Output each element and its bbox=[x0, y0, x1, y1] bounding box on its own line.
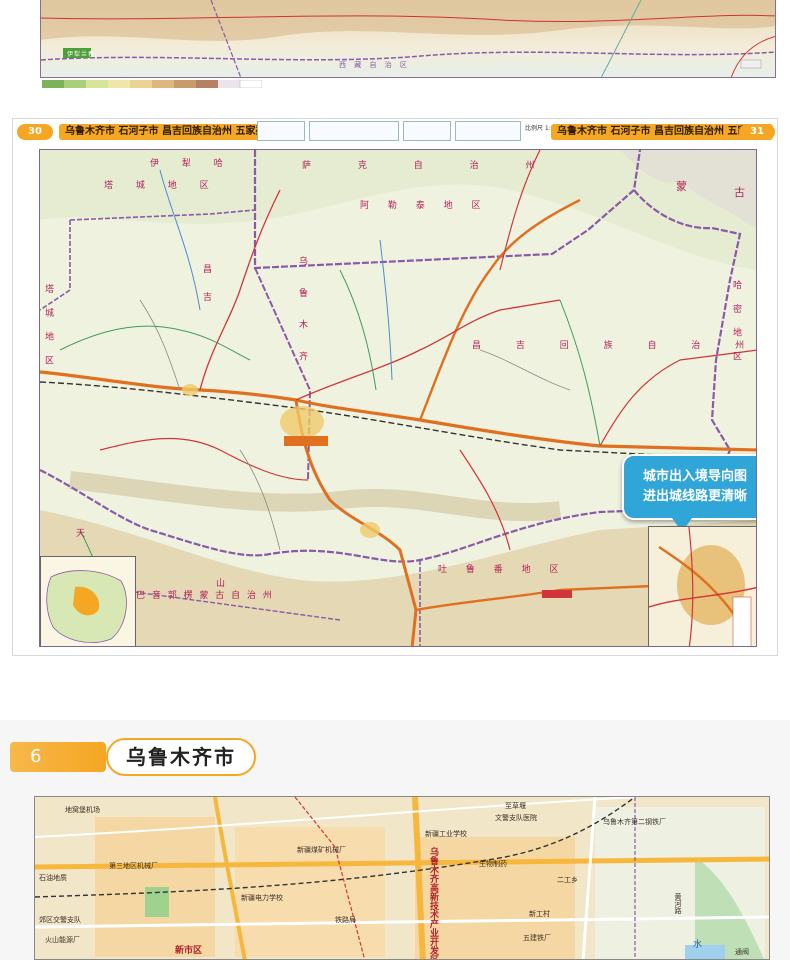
street-label-20: 水 bbox=[693, 940, 703, 950]
left-page-number: 30 bbox=[17, 124, 53, 140]
right-page-number: 31 bbox=[739, 124, 775, 140]
city-page-title: 乌鲁木齐市 bbox=[106, 738, 256, 776]
promo-line-1: 城市出入境导向图 bbox=[642, 469, 747, 484]
previous-map-frame: 伊犁兰春 西 藏 自 治 区 bbox=[40, 0, 776, 78]
region-label-changji: 昌 吉 回 族 自 治 州 bbox=[472, 341, 757, 351]
region-label-tacheng: 塔 城 地 区 bbox=[104, 181, 219, 191]
street-label-7: 新疆工业学校 bbox=[425, 830, 467, 838]
street-label-17: 二工乡 bbox=[557, 876, 578, 884]
street-label-8: 文警支队医院 bbox=[495, 814, 537, 822]
location-inset-map bbox=[40, 556, 136, 646]
street-label-3: 新疆电力学校 bbox=[241, 894, 283, 902]
legend-block-4 bbox=[455, 121, 521, 141]
street-label-19: 新工村 bbox=[529, 910, 550, 918]
region-label-changji-left: 昌 吉 bbox=[201, 264, 211, 309]
legend-block-3 bbox=[403, 121, 451, 141]
city-inset-graphic bbox=[649, 527, 756, 646]
region-label-hami: 哈 密 地 区 bbox=[731, 280, 741, 367]
street-label-14: 黄河路 bbox=[674, 893, 682, 914]
region-label-shan: 山 bbox=[216, 579, 236, 589]
street-label-2: 新疆煤矿机械厂 bbox=[297, 846, 346, 854]
region-label-aletai: 阿 勒 泰 地 区 bbox=[360, 201, 489, 211]
street-label-11: 郊区交警支队 bbox=[39, 916, 81, 924]
street-label-1: 地窝堡机场 bbox=[65, 806, 100, 814]
region-label-mongolia-1: 蒙 bbox=[676, 180, 697, 193]
street-label-18: 五建铁厂 bbox=[523, 934, 551, 942]
previous-map-strip: 伊犁兰春 西 藏 自 治 区 bbox=[32, 0, 782, 92]
street-label-9: 乌鲁木齐高新技术产业开发区 bbox=[428, 847, 438, 960]
region-label-wulumuqi: 乌 鲁 木 齐 bbox=[297, 256, 307, 371]
region-label-tian: 天 bbox=[76, 529, 96, 539]
tibet-label: 西 藏 自 治 区 bbox=[339, 61, 410, 69]
atlas-page: 伊犁兰春 西 藏 自 治 区 30 乌鲁木齐市 石河子市 昌吉回族自治州 五家渠… bbox=[0, 0, 790, 960]
region-label-yili: 伊 犁 哈 bbox=[150, 159, 233, 169]
region-label-mongolia-2: 古 bbox=[734, 186, 755, 199]
legend-block-2 bbox=[309, 121, 399, 141]
city-map-page: 6 乌鲁木齐市 地窝堡机场 新疆煤矿机械厂 新疆电力学校 石油地质 第三地区机械… bbox=[0, 720, 790, 960]
regional-map[interactable]: 伊 犁 哈 塔 城 地 区 萨 克 自 治 州 阿 勒 泰 地 区 乌 鲁 木 … bbox=[39, 149, 757, 647]
location-inset-graphic bbox=[46, 570, 127, 643]
street-label-10: 生物制药 bbox=[479, 860, 507, 868]
city-page-number: 6 bbox=[10, 742, 106, 772]
region-label-bayin: 巴 音 郭 楞 蒙 古 自 治 州 bbox=[136, 591, 274, 601]
street-label-15: 铁路局 bbox=[335, 916, 356, 924]
street-label-21: 通阀 bbox=[735, 948, 749, 956]
city-page-header: 6 乌鲁木齐市 bbox=[10, 738, 780, 778]
promo-callout: 城市出入境导向图 进出城线路更清晰 bbox=[622, 454, 756, 532]
street-label-6: 乌鲁木齐第二钢铁厂 bbox=[603, 818, 666, 826]
street-label-13: 新市区 bbox=[175, 946, 203, 956]
map-header: 30 乌鲁木齐市 石河子市 昌吉回族自治州 五家渠市 比例尺 1:120万 乌鲁… bbox=[13, 119, 779, 143]
left-header-title: 乌鲁木齐市 石河子市 昌吉回族自治州 五家渠市 bbox=[59, 124, 282, 140]
street-label-5: 第三地区机械厂 bbox=[109, 862, 158, 870]
region-label-sake: 萨 克 自 治 州 bbox=[302, 161, 557, 171]
street-label-16: 至草堰 bbox=[505, 802, 526, 810]
region-label-tulufan: 吐 鲁 番 地 区 bbox=[438, 565, 567, 575]
yili-label: 伊犁兰春 bbox=[67, 51, 96, 58]
legend-block-1 bbox=[257, 121, 305, 141]
elevation-legend-bar bbox=[42, 80, 262, 88]
map-spread: 30 乌鲁木齐市 石河子市 昌吉回族自治州 五家渠市 比例尺 1:120万 乌鲁… bbox=[12, 118, 778, 656]
promo-line-2: 进出城线路更清晰 bbox=[642, 489, 747, 504]
region-label-left-edge: 塔 城 地 区 bbox=[43, 284, 53, 371]
city-entry-inset-map[interactable] bbox=[648, 526, 756, 646]
urumqi-city-map[interactable]: 地窝堡机场 新疆煤矿机械厂 新疆电力学校 石油地质 第三地区机械厂 乌鲁木齐第二… bbox=[34, 796, 770, 960]
street-label-4: 石油地质 bbox=[39, 874, 67, 882]
street-label-12: 火山能源厂 bbox=[45, 936, 80, 944]
